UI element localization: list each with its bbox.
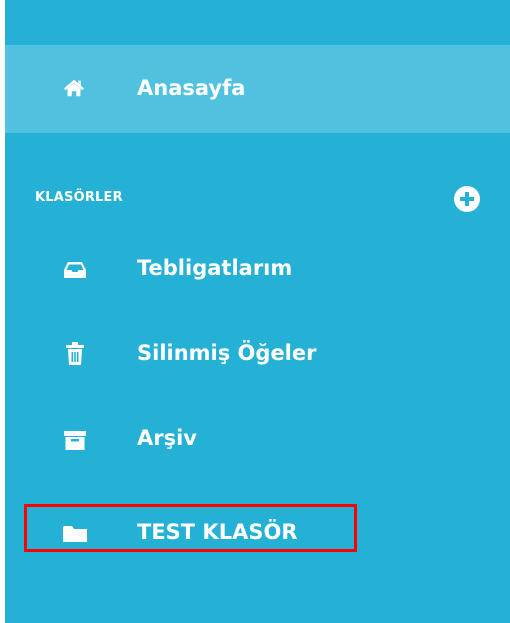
sidebar-item-label: Tebligatlarım bbox=[137, 256, 293, 280]
trash-icon bbox=[66, 342, 84, 365]
sidebar-item-tebligatlarim[interactable]: Tebligatlarım bbox=[5, 240, 510, 300]
sidebar-item-home[interactable]: Anasayfa bbox=[5, 45, 510, 133]
sidebar-item-label: Anasayfa bbox=[137, 76, 246, 100]
sidebar-item-arsiv[interactable]: Arşiv bbox=[5, 410, 510, 470]
archive-icon bbox=[64, 431, 86, 450]
home-icon bbox=[63, 79, 85, 97]
sidebar-item-label: Silinmiş Öğeler bbox=[137, 341, 317, 365]
sidebar-item-silinmis-ogeler[interactable]: Silinmiş Öğeler bbox=[5, 325, 510, 385]
inbox-icon bbox=[64, 262, 86, 278]
section-title: KLASÖRLER bbox=[35, 190, 123, 205]
sidebar-item-label: Arşiv bbox=[137, 426, 197, 450]
add-folder-button[interactable] bbox=[454, 186, 480, 212]
highlight-box bbox=[24, 504, 357, 552]
